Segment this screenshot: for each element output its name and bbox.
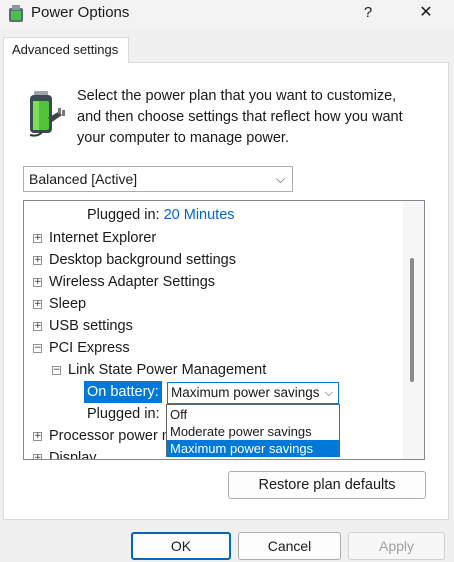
tree-scrollbar[interactable]	[403, 201, 424, 459]
power-plan-value: Balanced [Active]	[29, 171, 138, 187]
battery-plug-icon	[29, 91, 65, 137]
tree-item-processor-power[interactable]: Processor power m	[49, 425, 174, 447]
chevron-down-icon: ⌵	[275, 172, 285, 186]
scrollbar-thumb[interactable]	[410, 258, 414, 382]
power-plan-select[interactable]: Balanced [Active] ⌵	[23, 166, 293, 192]
collapse-icon[interactable]: −	[33, 344, 42, 353]
ok-button[interactable]: OK	[131, 532, 231, 560]
on-battery-dropdown-list[interactable]: Off Moderate power savings Maximum power…	[166, 404, 340, 457]
cancel-button[interactable]: Cancel	[238, 532, 341, 560]
tree-item-display[interactable]: Display	[49, 447, 97, 459]
dropdown-option-off[interactable]: Off	[167, 406, 339, 423]
expand-icon[interactable]: +	[33, 256, 42, 265]
tree-item-link-state[interactable]: Link State Power Management	[68, 359, 266, 381]
tab-advanced-settings[interactable]: Advanced settings	[3, 37, 129, 63]
close-button[interactable]: ✕	[409, 0, 443, 28]
power-options-icon	[9, 5, 23, 22]
restore-plan-defaults-button[interactable]: Restore plan defaults	[228, 471, 426, 499]
expand-icon[interactable]: +	[33, 322, 42, 331]
tree-item-pci-express[interactable]: PCI Express	[49, 337, 130, 359]
apply-button[interactable]: Apply	[348, 532, 445, 560]
tree-item-internet-explorer[interactable]: Internet Explorer	[49, 227, 156, 249]
expand-icon[interactable]: +	[33, 300, 42, 309]
plugged-in-row[interactable]: Plugged in: 20 Minutes	[87, 204, 235, 226]
dropdown-option-moderate[interactable]: Moderate power savings	[167, 423, 339, 440]
collapse-icon[interactable]: −	[52, 366, 61, 375]
help-button[interactable]: ?	[354, 0, 382, 28]
description-line: Select the power plan that you want to c…	[77, 88, 397, 104]
plugged-in-value-link[interactable]: 20 Minutes	[164, 207, 235, 223]
title-bar: Power Options ? ✕	[0, 0, 454, 30]
window-title: Power Options	[31, 4, 130, 21]
expand-icon[interactable]: +	[33, 432, 42, 441]
expand-icon[interactable]: +	[33, 234, 42, 243]
expand-icon[interactable]: +	[33, 278, 42, 287]
description-line: your computer to manage power.	[77, 130, 289, 146]
on-battery-select[interactable]: Maximum power savings ⌵	[167, 382, 339, 404]
tree-item-usb-settings[interactable]: USB settings	[49, 315, 133, 337]
plugged-in-label: Plugged in:	[87, 207, 160, 223]
expand-icon[interactable]: +	[33, 454, 42, 459]
chevron-down-icon: ⌵	[324, 387, 333, 399]
tree-item-sleep[interactable]: Sleep	[49, 293, 86, 315]
plugged-in-row[interactable]: Plugged in:	[87, 403, 160, 425]
on-battery-label: On battery:	[84, 381, 162, 403]
description-text: Select the power plan that you want to c…	[77, 86, 427, 149]
tree-item-wireless-adapter[interactable]: Wireless Adapter Settings	[49, 271, 215, 293]
tree-item-desktop-background[interactable]: Desktop background settings	[49, 249, 236, 271]
dropdown-option-maximum[interactable]: Maximum power savings	[167, 440, 339, 457]
on-battery-value: Maximum power savings	[171, 385, 320, 400]
description-line: and then choose settings that reflect ho…	[77, 109, 403, 125]
